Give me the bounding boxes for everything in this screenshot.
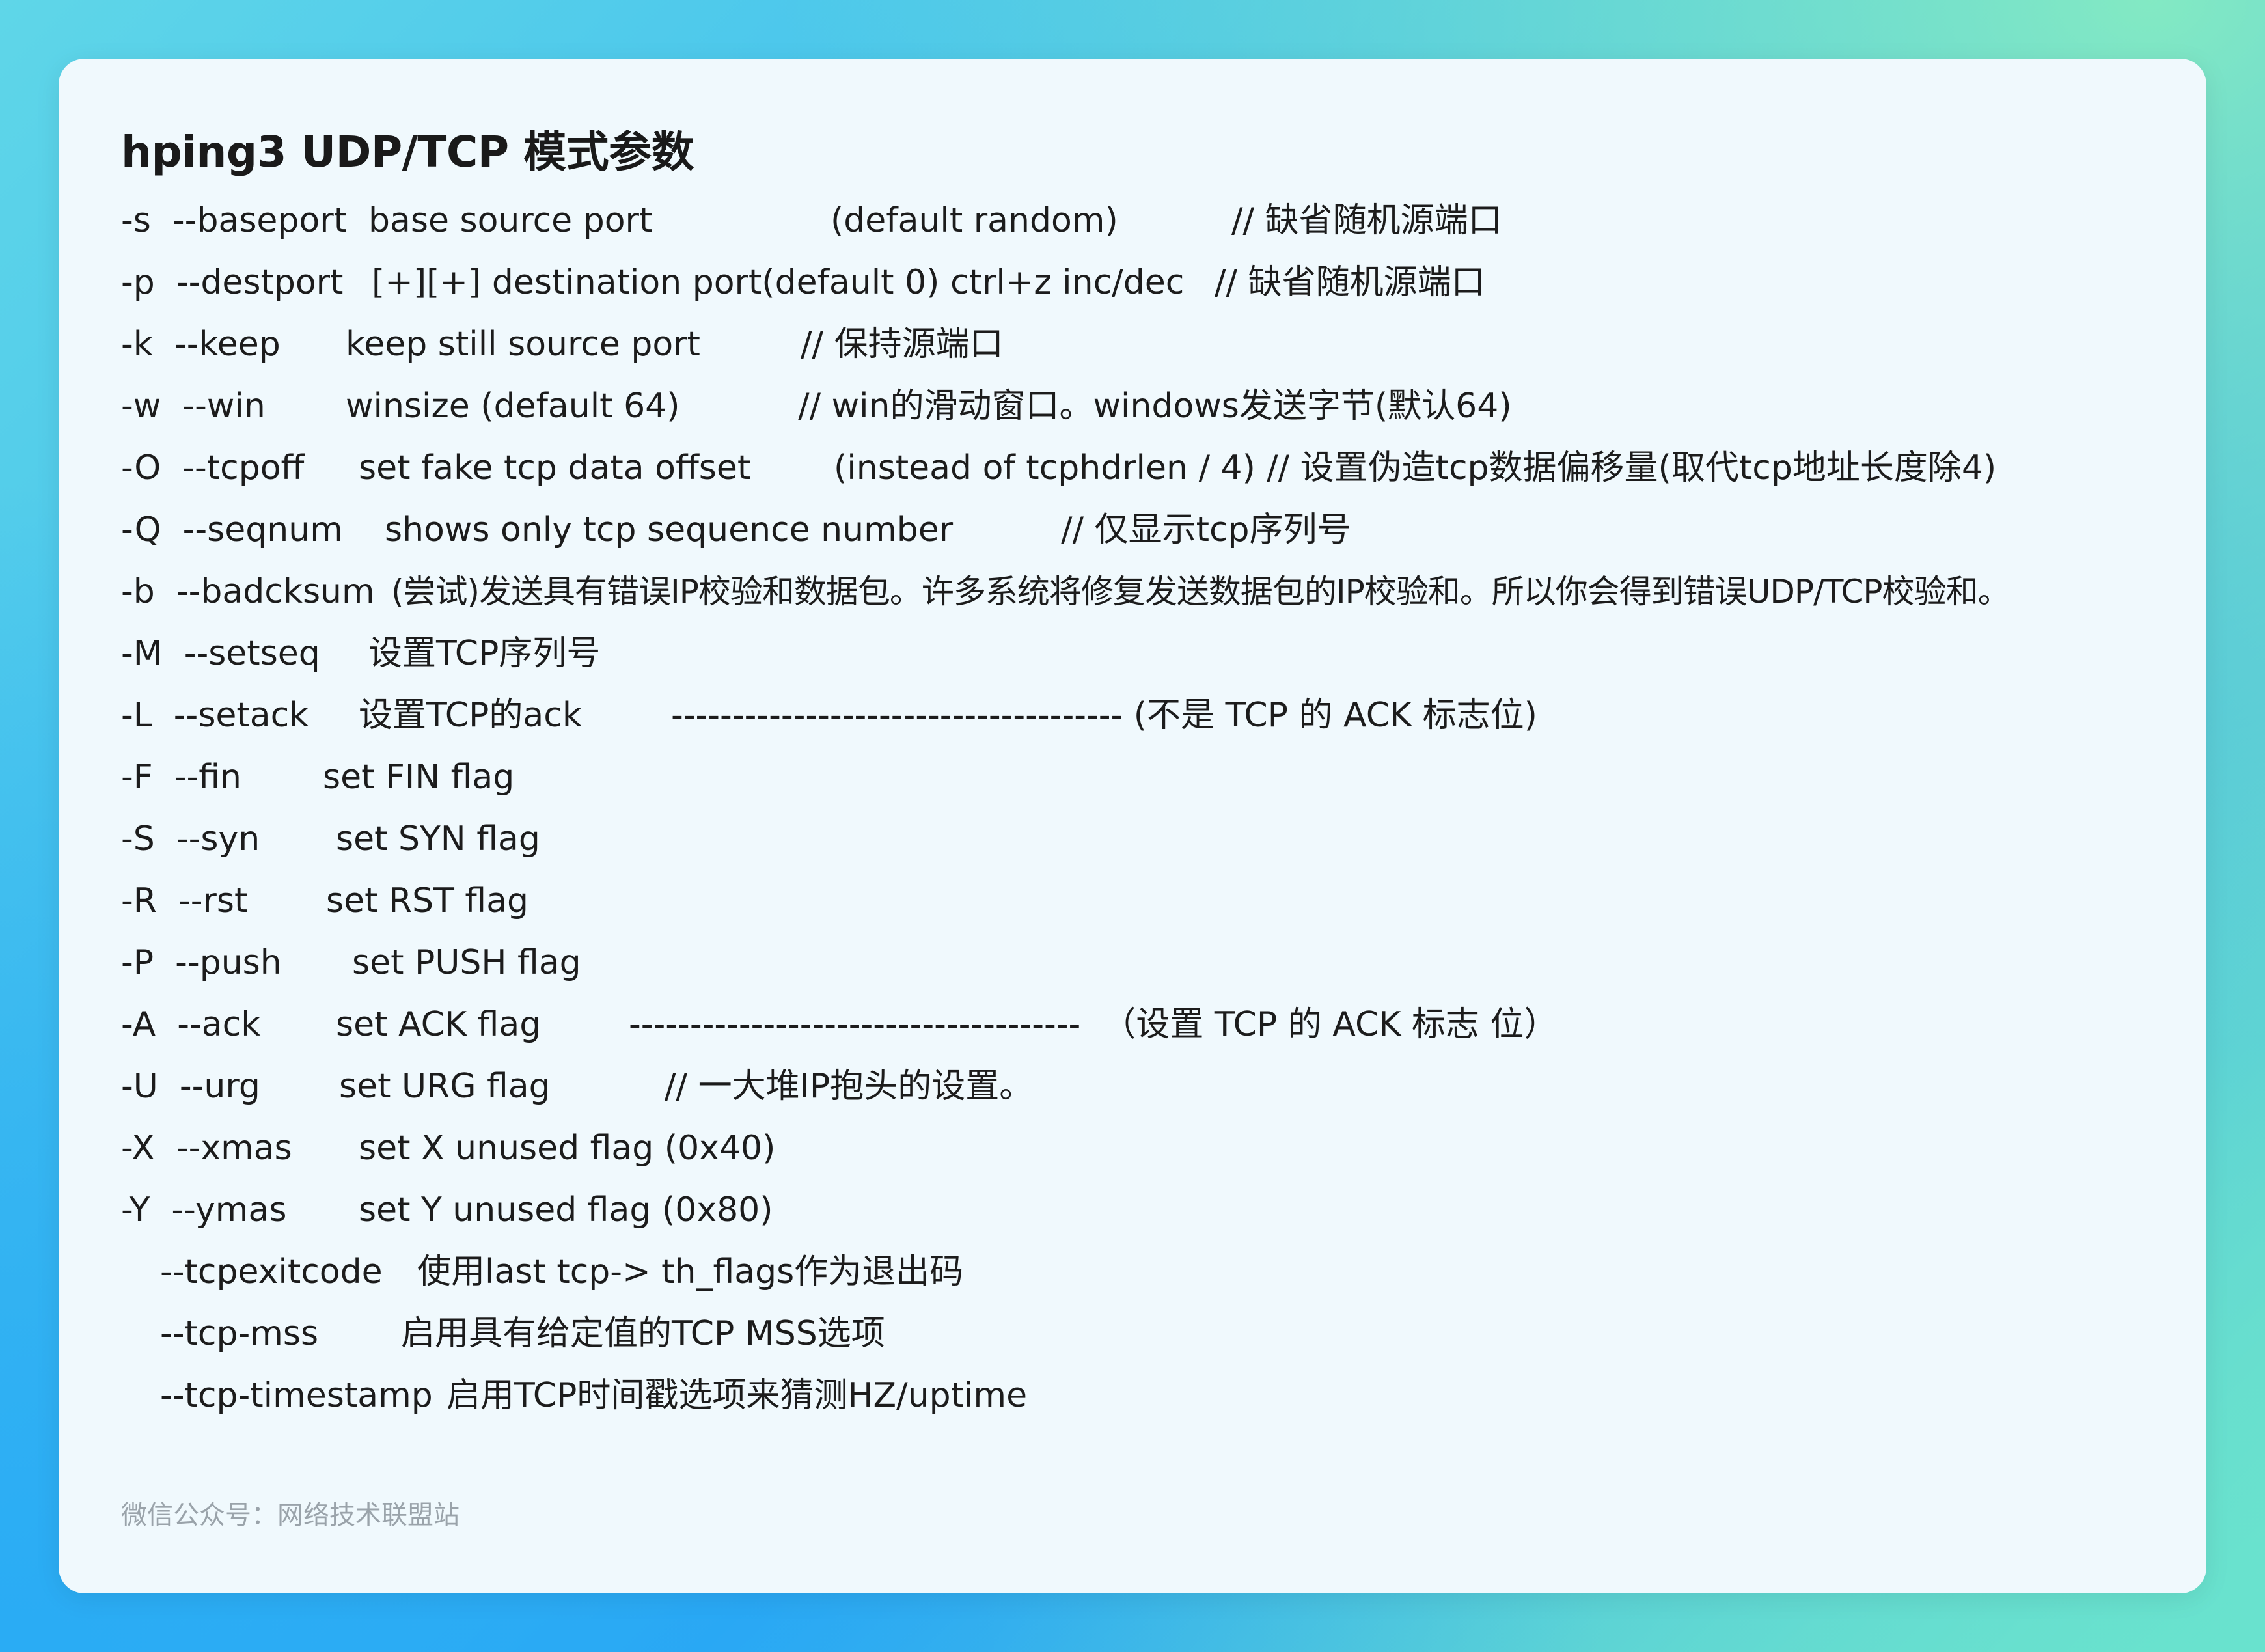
option-desc: base source port xyxy=(368,201,653,240)
option-line-seqnum: -Q --seqnum shows only tcp sequence numb… xyxy=(121,499,1351,561)
option-flag: -Y --ymas xyxy=(121,1191,287,1230)
option-comment: // win的滑动窗口。windows发送字节(默认64) xyxy=(798,387,1512,426)
option-flag: -Q --seqnum xyxy=(121,510,343,549)
option-line-urg: -U --urg set URG flag // 一大堆IP抱头的设置。 xyxy=(121,1056,1033,1118)
option-flag: --tcpexitcode xyxy=(160,1252,383,1291)
option-extra: (instead of tcphdrlen / 4) xyxy=(834,448,1256,488)
option-line-win: -w --win winsize (default 64) // win的滑动窗… xyxy=(121,376,1512,437)
option-comment: // 保持源端口 xyxy=(801,325,1004,364)
option-comment: // 仅显示tcp序列号 xyxy=(1061,510,1351,549)
option-flag: -R --rst xyxy=(121,881,248,920)
page-title: hping3 UDP/TCP 模式参数 xyxy=(121,127,694,177)
option-line-badcksum: -b --badcksum (尝试)发送具有错误IP校验和数据包。许多系统将修复… xyxy=(121,561,2011,623)
option-flag: --tcp-timestamp xyxy=(160,1376,433,1415)
option-desc: shows only tcp sequence number xyxy=(385,510,954,549)
option-line-push: -P --push set PUSH flag xyxy=(121,932,581,994)
option-line-setseq: -M --setseq 设置TCP序列号 xyxy=(121,623,600,685)
option-flag: -O --tcpoff xyxy=(121,448,305,488)
option-flag: --tcp-mss xyxy=(160,1314,319,1353)
option-line-setack: -L --setack 设置TCP的ack ------------------… xyxy=(121,685,1537,747)
option-comment: // 设置伪造tcp数据偏移量(取代tcp地址长度除4) xyxy=(1267,448,1997,488)
option-desc: set SYN flag xyxy=(336,819,540,859)
footer-credit: 微信公众号：网络技术联盟站 xyxy=(121,1500,460,1530)
option-extra: (default random) xyxy=(830,201,1118,240)
option-desc: set X unused flag (0x40) xyxy=(359,1129,776,1168)
option-desc: set RST flag xyxy=(326,881,529,920)
option-line-baseport: -s --baseport base source port (default … xyxy=(121,190,1502,252)
option-flag: -X --xmas xyxy=(121,1129,292,1168)
option-comment: ------------------------------------- （设… xyxy=(629,1005,1558,1044)
option-desc: set ACK flag xyxy=(336,1005,542,1044)
option-line-tcp-timestamp: --tcp-timestamp 启用TCP时间戳选项来猜测HZ/uptime xyxy=(121,1365,1027,1427)
option-line-destport: -p --destport [+][+] destination port(de… xyxy=(121,252,1485,314)
option-desc: 启用TCP时间戳选项来猜测HZ/uptime xyxy=(446,1376,1028,1415)
option-desc: 使用last tcp-> th_flags作为退出码 xyxy=(417,1252,964,1291)
option-desc: 设置TCP的ack xyxy=(359,696,582,735)
option-comment: // 缺省随机源端口 xyxy=(1231,201,1502,240)
option-desc: (尝试)发送具有错误IP校验和数据包。许多系统将修复发送数据包的IP校验和。所以… xyxy=(391,573,2011,611)
option-comment: // 缺省随机源端口 xyxy=(1215,263,1485,302)
option-flag: -k --keep xyxy=(121,325,281,364)
option-line-tcpoff: -O --tcpoff set fake tcp data offset (in… xyxy=(121,437,1996,499)
option-flag: -S --syn xyxy=(121,819,260,859)
option-desc: set fake tcp data offset xyxy=(359,448,751,488)
content-card: hping3 UDP/TCP 模式参数 -s --baseport base s… xyxy=(59,59,2206,1593)
option-line-tcp-mss: --tcp-mss 启用具有给定值的TCP MSS选项 xyxy=(121,1303,885,1365)
option-flag: -w --win xyxy=(121,387,266,426)
option-line-ack: -A --ack set ACK flag ------------------… xyxy=(121,994,1558,1056)
option-desc: 启用具有给定值的TCP MSS选项 xyxy=(401,1314,885,1353)
option-desc: set PUSH flag xyxy=(352,943,581,982)
option-line-tcpexitcode: --tcpexitcode 使用last tcp-> th_flags作为退出码 xyxy=(121,1241,963,1303)
option-list: -s --baseport base source port (default … xyxy=(121,190,2011,1427)
option-flag: -U --urg xyxy=(121,1067,260,1106)
option-desc: [+][+] destination port(default 0) ctrl+… xyxy=(372,263,1185,302)
option-line-xmas: -X --xmas set X unused flag (0x40) xyxy=(121,1118,775,1179)
option-line-ymas: -Y --ymas set Y unused flag (0x80) xyxy=(121,1179,773,1241)
option-desc: set URG flag xyxy=(339,1067,551,1106)
option-comment: ------------------------------------- (不… xyxy=(671,696,1537,735)
option-flag: -F --fin xyxy=(121,758,241,797)
option-flag: -M --setseq xyxy=(121,634,320,673)
option-flag: -P --push xyxy=(121,943,282,982)
option-line-keep: -k --keep keep still source port // 保持源端… xyxy=(121,314,1004,376)
option-desc: winsize (default 64) xyxy=(346,387,680,426)
option-comment: // 一大堆IP抱头的设置。 xyxy=(665,1067,1034,1106)
option-flag: -A --ack xyxy=(121,1005,261,1044)
option-desc: keep still source port xyxy=(346,325,700,364)
option-desc: set FIN flag xyxy=(323,758,515,797)
option-flag: -p --destport xyxy=(121,263,344,302)
option-desc: set Y unused flag (0x80) xyxy=(359,1191,773,1230)
option-line-syn: -S --syn set SYN flag xyxy=(121,808,540,870)
option-line-fin: -F --fin set FIN flag xyxy=(121,747,514,808)
option-desc: 设置TCP序列号 xyxy=(368,634,601,673)
option-flag: -s --baseport xyxy=(121,201,347,240)
option-flag: -L --setack xyxy=(121,696,309,735)
option-flag: -b --badcksum xyxy=(121,572,375,611)
option-line-rst: -R --rst set RST flag xyxy=(121,870,528,932)
